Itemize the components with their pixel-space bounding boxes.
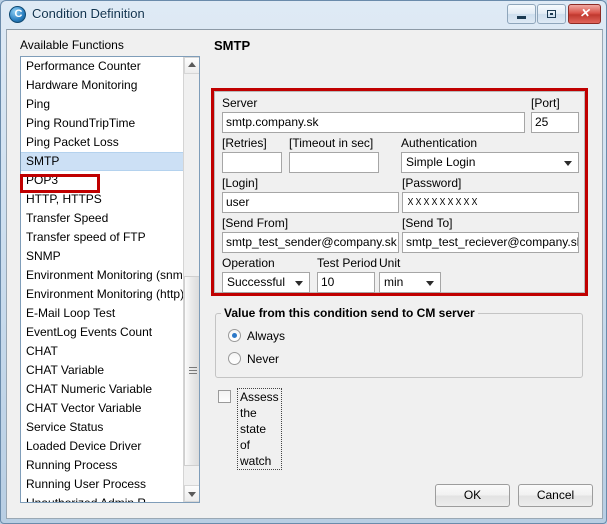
maximize-button[interactable] [537,4,566,24]
list-item[interactable]: Ping Packet Loss [21,133,184,152]
annotation-rectangle-smtp-panel [211,88,588,296]
list-items-container: Performance Counter Hardware Monitoring … [21,57,184,502]
radio-icon-selected [228,329,241,342]
list-item[interactable]: Running User Process [21,475,184,494]
assess-state-label: Assess the state of watch [237,388,282,470]
radio-icon-unselected [228,352,241,365]
ok-button[interactable]: OK [435,484,510,507]
list-item[interactable]: EventLog Events Count [21,323,184,342]
annotation-rectangle-smtp-item [20,174,100,193]
radio-label: Always [247,329,286,343]
list-item[interactable]: Loaded Device Driver [21,437,184,456]
list-item[interactable]: Environment Monitoring (snmp) [21,266,184,285]
list-item[interactable]: E-Mail Loop Test [21,304,184,323]
window-title: Condition Definition [32,6,145,21]
radio-label: Never [247,352,280,366]
chevron-down-icon [188,491,196,497]
list-item[interactable]: CHAT Variable [21,361,184,380]
list-item[interactable]: Hardware Monitoring [21,76,184,95]
list-item[interactable]: Performance Counter [21,57,184,76]
list-item[interactable]: Unauthorized Admin R [21,494,184,502]
list-item[interactable]: Environment Monitoring (http) [21,285,184,304]
app-circle-icon: C [9,6,26,23]
close-icon: ✕ [579,6,590,20]
list-item[interactable]: CHAT Numeric Variable [21,380,184,399]
available-functions-list[interactable]: Performance Counter Hardware Monitoring … [20,56,200,503]
cancel-button[interactable]: Cancel [518,484,593,507]
condition-definition-window: C Condition Definition ✕ Available Funct… [0,0,607,524]
groupbox-title: Value from this condition send to CM ser… [221,306,478,320]
list-item[interactable]: Transfer Speed [21,209,184,228]
list-item[interactable]: Ping [21,95,184,114]
chevron-up-icon [188,61,196,67]
grip-icon [189,367,197,376]
checkbox-icon-unchecked[interactable] [218,390,231,403]
minimize-icon [516,16,526,19]
cm-server-groupbox: Always Never [215,313,583,378]
close-button[interactable]: ✕ [568,4,601,24]
list-item[interactable]: CHAT [21,342,184,361]
title-bar[interactable]: C Condition Definition ✕ [1,1,606,29]
scrollbar-thumb[interactable] [184,276,199,466]
list-item[interactable]: SNMP [21,247,184,266]
page-title: SMTP [214,38,251,53]
scroll-down-button[interactable] [184,485,199,502]
maximize-icon [546,10,556,18]
available-functions-label: Available Functions [20,38,124,52]
minimize-button[interactable] [507,4,536,24]
list-item[interactable]: Running Process [21,456,184,475]
scroll-up-button[interactable] [184,57,199,74]
list-item[interactable]: CHAT Vector Variable [21,399,184,418]
list-item[interactable]: Service Status [21,418,184,437]
list-scrollbar[interactable] [183,57,199,502]
list-item[interactable]: Ping RoundTripTime [21,114,184,133]
list-item-smtp-selected[interactable]: SMTP [21,152,184,171]
list-item[interactable]: Transfer speed of FTP [21,228,184,247]
dialog-client-area: Available Functions Performance Counter … [6,29,603,519]
